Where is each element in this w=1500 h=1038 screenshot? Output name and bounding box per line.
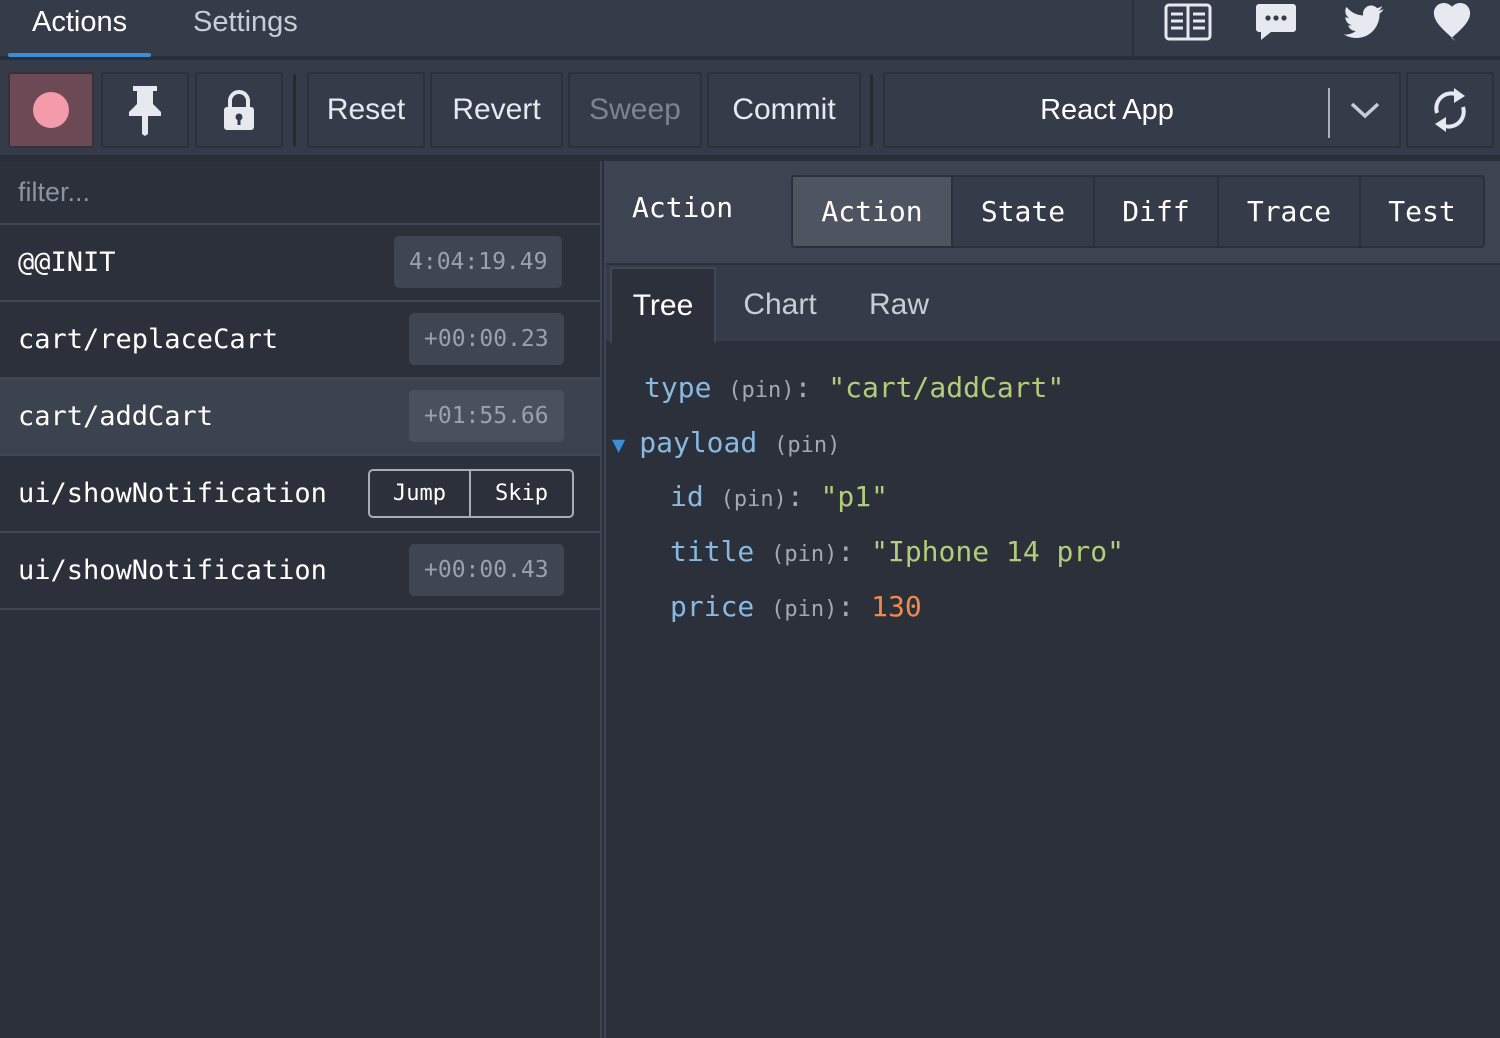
pin-toggle[interactable]: (pin) bbox=[728, 378, 794, 403]
top-tab-bar: Actions Settings bbox=[0, 0, 1500, 58]
inspector-tab-group: Action State Diff Trace Test bbox=[791, 175, 1485, 248]
instance-label: React App bbox=[1040, 93, 1174, 126]
action-name: ui/showNotification bbox=[18, 555, 327, 586]
inspector-header: Action Action State Diff Trace Test bbox=[606, 161, 1500, 263]
top-icon-group bbox=[1132, 0, 1500, 58]
chat-icon[interactable] bbox=[1246, 0, 1306, 44]
tree-colon: : bbox=[837, 535, 855, 568]
jump-skip-group: Jump Skip bbox=[368, 469, 574, 518]
tree-value: 130 bbox=[871, 590, 922, 623]
toolbar-divider bbox=[293, 74, 296, 146]
tab-action[interactable]: Action bbox=[793, 177, 953, 246]
filter-input[interactable] bbox=[0, 161, 600, 225]
record-button[interactable] bbox=[8, 72, 94, 148]
instance-select[interactable]: React App bbox=[883, 72, 1401, 148]
toolbar: Reset Revert Sweep Commit React App bbox=[0, 60, 1500, 158]
tree-value: "p1" bbox=[820, 480, 888, 513]
tree-node-payload[interactable]: ▼ payload (pin) bbox=[612, 423, 840, 466]
action-list-pane: @@INIT 4:04:19.49 cart/replaceCart +00:0… bbox=[0, 161, 600, 1038]
pin-toggle[interactable]: (pin) bbox=[771, 597, 837, 622]
tab-settings[interactable]: Settings bbox=[193, 0, 298, 58]
view-tab-bar: Tree Chart Raw bbox=[606, 263, 1500, 343]
tab-raw[interactable]: Raw bbox=[856, 267, 942, 343]
twitter-icon[interactable] bbox=[1334, 0, 1394, 44]
tree-colon: : bbox=[837, 590, 855, 623]
action-row[interactable]: ui/showNotification +00:00.43 bbox=[0, 533, 600, 610]
sync-icon bbox=[1434, 88, 1466, 132]
inspector-pane: Action Action State Diff Trace Test Tree… bbox=[606, 161, 1500, 1038]
record-icon bbox=[33, 92, 69, 128]
revert-button[interactable]: Revert bbox=[430, 72, 563, 148]
commit-button[interactable]: Commit bbox=[707, 72, 861, 148]
action-time: +01:55.66 bbox=[409, 390, 564, 442]
pin-toggle[interactable]: (pin) bbox=[774, 433, 840, 458]
skip-button[interactable]: Skip bbox=[471, 471, 572, 516]
action-name: cart/replaceCart bbox=[18, 324, 279, 355]
tree-colon: : bbox=[786, 480, 804, 513]
reset-button[interactable]: Reset bbox=[307, 72, 425, 148]
jump-button[interactable]: Jump bbox=[370, 471, 471, 516]
tree-node-price: price (pin): 130 bbox=[670, 587, 922, 630]
pin-button[interactable] bbox=[101, 72, 189, 148]
tree-node-type: type (pin): "cart/addCart" bbox=[644, 368, 1064, 411]
action-time: +00:00.43 bbox=[409, 544, 564, 596]
sync-button[interactable] bbox=[1406, 72, 1494, 148]
pin-toggle[interactable]: (pin) bbox=[771, 542, 837, 567]
tab-state[interactable]: State bbox=[953, 177, 1095, 246]
heart-icon[interactable] bbox=[1422, 0, 1482, 44]
expand-arrow-icon[interactable]: ▼ bbox=[612, 433, 625, 458]
tree-key: type bbox=[644, 371, 712, 404]
tab-actions[interactable]: Actions bbox=[7, 0, 152, 58]
tree-value: "Iphone 14 pro" bbox=[871, 535, 1124, 568]
action-row[interactable]: @@INIT 4:04:19.49 bbox=[0, 225, 600, 302]
toolbar-divider bbox=[870, 74, 873, 146]
tree-key: id bbox=[670, 480, 704, 513]
tree-node-title: title (pin): "Iphone 14 pro" bbox=[670, 532, 1124, 575]
tree-value: "cart/addCart" bbox=[828, 371, 1065, 404]
action-time: +00:00.23 bbox=[409, 313, 564, 365]
action-time: 4:04:19.49 bbox=[394, 236, 563, 288]
tree-colon: : bbox=[794, 371, 812, 404]
action-row[interactable]: cart/replaceCart +00:00.23 bbox=[0, 302, 600, 379]
tree-key: payload bbox=[639, 426, 758, 459]
action-row-selected[interactable]: cart/addCart +01:55.66 bbox=[0, 379, 600, 456]
pin-toggle[interactable]: (pin) bbox=[721, 487, 787, 512]
action-name: ui/showNotification bbox=[18, 478, 327, 509]
lock-icon bbox=[224, 90, 254, 130]
action-row[interactable]: ui/showNotification Jump Skip bbox=[0, 456, 600, 533]
lock-button[interactable] bbox=[195, 72, 283, 148]
action-name: cart/addCart bbox=[18, 401, 214, 432]
tab-test[interactable]: Test bbox=[1361, 177, 1483, 246]
tab-diff[interactable]: Diff bbox=[1095, 177, 1219, 246]
sweep-button[interactable]: Sweep bbox=[568, 72, 702, 148]
action-name: @@INIT bbox=[18, 247, 116, 278]
tab-trace[interactable]: Trace bbox=[1219, 177, 1361, 246]
tab-chart[interactable]: Chart bbox=[728, 267, 832, 343]
tree-node-id: id (pin): "p1" bbox=[670, 477, 888, 520]
instance-divider bbox=[1328, 88, 1330, 138]
book-icon[interactable] bbox=[1158, 0, 1218, 44]
tree-key: price bbox=[670, 590, 755, 623]
inspector-title: Action bbox=[632, 191, 734, 224]
chevron-down-icon[interactable] bbox=[1331, 74, 1399, 146]
tab-tree[interactable]: Tree bbox=[610, 267, 716, 343]
pin-icon bbox=[129, 86, 161, 136]
tree-key: title bbox=[670, 535, 755, 568]
